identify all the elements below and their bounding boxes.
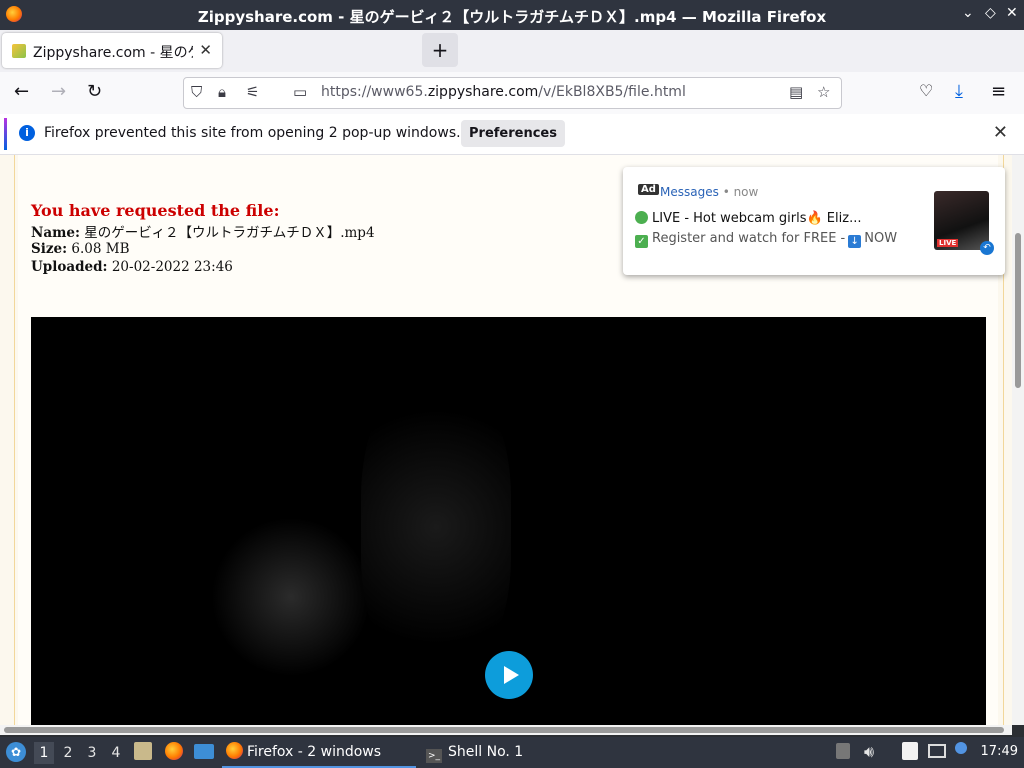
pocket-icon[interactable]: ♡	[919, 81, 933, 100]
tab-title: Zippyshare.com - 星のゲ	[33, 45, 193, 61]
file-size-label: Size:	[31, 241, 68, 257]
bookmark-star-icon[interactable]: ☆	[817, 83, 830, 101]
taskbar-clock[interactable]: 17:49	[981, 744, 1018, 759]
url-path: /v/EkBl8XB5/file.html	[538, 84, 686, 100]
terminal-icon: >_	[426, 749, 442, 763]
down-arrow-icon: ↓	[848, 235, 862, 248]
navigation-toolbar: ← → ↻ ⛉ 🔒︎ ⚟ ▭ https://www65.zippyshare.…	[0, 72, 1024, 115]
ad-badge: Ad	[638, 184, 659, 195]
workspace-2[interactable]: 2	[58, 742, 78, 764]
start-menu-icon[interactable]: ✿	[6, 742, 26, 762]
ad-headline[interactable]: LIVE - Hot webcam girls🔥 Eliz...	[635, 211, 861, 226]
clipboard-icon[interactable]	[902, 742, 918, 760]
workspace-3[interactable]: 3	[82, 742, 102, 764]
video-frame-shape	[211, 517, 371, 677]
reload-button[interactable]: ↻	[87, 81, 102, 102]
check-mark-icon: ✓	[635, 235, 648, 248]
notification-accent	[4, 118, 7, 150]
firefox-launcher-icon[interactable]	[165, 742, 183, 760]
close-window-button[interactable]: ✕	[1006, 5, 1018, 21]
ad-thumbnail[interactable]: LIVE ↶	[934, 191, 994, 255]
ad-subline-prefix: Register and watch for FREE -	[652, 231, 846, 246]
ad-subline-suffix: NOW	[864, 231, 898, 246]
file-request-heading: You have requested the file:	[31, 201, 280, 220]
taskbar-window-firefox[interactable]: Firefox - 2 windows	[222, 738, 416, 768]
horizontal-scrollbar[interactable]	[0, 725, 1012, 735]
minimize-button[interactable]: ⌄	[962, 5, 974, 21]
permissions-icon[interactable]: ⚟	[246, 83, 259, 101]
lock-icon[interactable]: 🔒︎	[218, 83, 226, 101]
reply-icon: ↶	[980, 241, 994, 255]
file-name-label: Name:	[31, 225, 80, 241]
popup-blocked-notification: i Firefox prevented this site from openi…	[0, 114, 1024, 155]
video-player[interactable]	[31, 317, 986, 725]
workspace-1[interactable]: 1	[34, 742, 54, 764]
taskbar-window-label: Firefox - 2 windows	[247, 744, 382, 760]
file-name-row: Name: 星のゲービィ２【ウルトラガチムチＤＸ】.mp4	[31, 221, 375, 241]
notification-icon[interactable]: ▭	[293, 83, 307, 101]
new-tab-button[interactable]: +	[422, 33, 458, 67]
url-prefix: https://www65.	[321, 84, 428, 100]
taskbar-window-label: Shell No. 1	[448, 744, 524, 760]
back-button[interactable]: ←	[14, 81, 29, 102]
reader-view-icon[interactable]: ▤	[789, 83, 803, 101]
window-titlebar: Zippyshare.com - 星のゲービィ２【ウルトラガチムチＤＸ】.mp4…	[0, 0, 1024, 30]
play-button[interactable]	[485, 651, 533, 699]
video-frame-shape	[361, 377, 511, 677]
preferences-button[interactable]: Preferences	[461, 120, 565, 147]
ad-notification-popup[interactable]: Ad Messages • now LIVE - Hot webcam girl…	[623, 167, 1005, 275]
tab-zippyshare[interactable]: Zippyshare.com - 星のゲ ✕	[2, 33, 222, 68]
notification-message: Firefox prevented this site from opening…	[44, 125, 461, 141]
maximize-button[interactable]: ◇	[985, 5, 996, 21]
ad-headline-text: LIVE - Hot webcam girls🔥 Eliz...	[652, 211, 862, 226]
menu-hamburger-icon[interactable]: ≡	[991, 81, 1006, 102]
desktop-taskbar: ✿ 1 2 3 4 Firefox - 2 windows >_ Shell No…	[0, 737, 1024, 768]
horizontal-scrollbar-thumb[interactable]	[4, 727, 1004, 733]
upload-tray-icon[interactable]	[836, 743, 850, 759]
close-notification-button[interactable]: ✕	[993, 122, 1008, 143]
window-title: Zippyshare.com - 星のゲービィ２【ウルトラガチムチＤＸ】.mp4…	[197, 8, 827, 26]
info-icon: i	[19, 125, 35, 141]
url-bar[interactable]: ⛉ 🔒︎ ⚟ ▭ https://www65.zippyshare.com/v/…	[183, 77, 842, 109]
tab-bar: Zippyshare.com - 星のゲ ✕ +	[0, 30, 1024, 72]
zippyshare-favicon-icon	[12, 44, 26, 58]
volume-icon[interactable]: 🔊︎	[864, 742, 874, 762]
downloads-icon[interactable]: ⤓	[955, 81, 963, 102]
shield-icon[interactable]: ⛉	[191, 83, 202, 101]
firefox-icon	[226, 742, 243, 759]
file-size-row: Size: 6.08 MB	[31, 241, 130, 257]
file-uploaded-row: Uploaded: 20-02-2022 23:46	[31, 259, 233, 275]
vertical-scrollbar-thumb[interactable]	[1015, 233, 1021, 388]
workspace-4[interactable]: 4	[106, 742, 126, 764]
file-uploaded-label: Uploaded:	[31, 259, 108, 275]
taskbar-window-shell[interactable]: >_ Shell No. 1	[426, 738, 576, 766]
vertical-scrollbar[interactable]	[1012, 155, 1024, 725]
file-size-value: 6.08 MB	[71, 241, 130, 257]
updates-icon[interactable]	[955, 742, 967, 754]
close-tab-button[interactable]: ✕	[199, 41, 212, 59]
desktop-icon[interactable]	[194, 744, 214, 759]
green-circle-icon	[635, 211, 648, 224]
live-badge: LIVE	[937, 239, 959, 247]
url-host: zippyshare.com	[427, 84, 539, 100]
file-uploaded-value: 20-02-2022 23:46	[111, 259, 233, 275]
file-name-value: 星のゲービィ２【ウルトラガチムチＤＸ】.mp4	[84, 225, 375, 241]
url-text[interactable]: https://www65.zippyshare.com/v/EkBl8XB5/…	[321, 84, 686, 100]
ad-source: Messages • now	[660, 185, 758, 199]
ad-source-name: Messages	[660, 185, 719, 199]
forward-button[interactable]: →	[51, 81, 66, 102]
ad-subline[interactable]: ✓ Register and watch for FREE - ↓ NOW	[635, 231, 897, 248]
file-manager-icon[interactable]	[134, 742, 152, 760]
network-icon[interactable]	[928, 744, 946, 758]
ad-time: • now	[722, 185, 759, 199]
